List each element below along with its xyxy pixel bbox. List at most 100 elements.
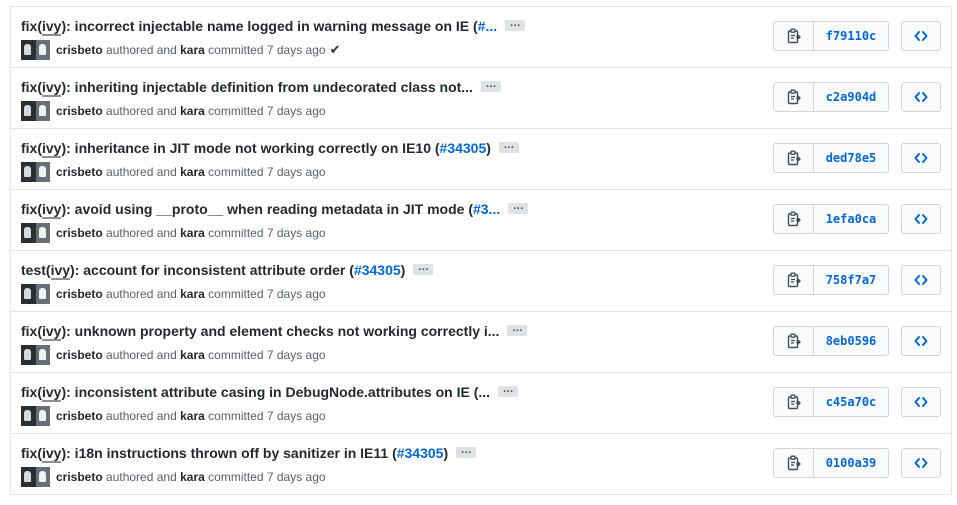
commit-summary[interactable]: ): incorrect injectable name logged in w…	[61, 18, 477, 34]
commit-summary[interactable]: ): inheritance in JIT mode not working c…	[61, 140, 439, 156]
commit-message[interactable]: test(ivy): account for inconsistent attr…	[21, 261, 434, 280]
author-name[interactable]: crisbeto	[56, 348, 103, 362]
commit-message[interactable]: fix(ivy): inconsistent attribute casing …	[21, 383, 519, 402]
committer-name[interactable]: kara	[180, 43, 205, 57]
issue-link[interactable]: #3...	[473, 201, 500, 217]
commit-scope[interactable]: ivy	[50, 262, 71, 280]
commit-sha-link[interactable]: 758f7a7	[814, 266, 888, 294]
copy-sha-button[interactable]	[774, 205, 814, 233]
commit-sha-link[interactable]: c2a904d	[814, 83, 888, 111]
copy-sha-button[interactable]	[774, 327, 814, 355]
author-avatar[interactable]	[21, 101, 37, 121]
issue-link[interactable]: #34305	[440, 140, 487, 156]
commit-type[interactable]: test(	[21, 262, 51, 278]
commit-type[interactable]: fix(	[21, 323, 42, 339]
author-name[interactable]: crisbeto	[56, 165, 103, 179]
author-name[interactable]: crisbeto	[56, 470, 103, 484]
commit-summary[interactable]: ): inheriting injectable definition from…	[61, 79, 472, 95]
copy-sha-button[interactable]	[774, 83, 814, 111]
copy-sha-button[interactable]	[774, 449, 814, 477]
committer-name[interactable]: kara	[180, 287, 205, 301]
copy-sha-button[interactable]	[774, 388, 814, 416]
issue-link[interactable]: #34305	[354, 262, 401, 278]
issue-link[interactable]: #...	[478, 18, 497, 34]
browse-repo-button[interactable]	[901, 387, 941, 417]
commit-summary[interactable]: ): account for inconsistent attribute or…	[70, 262, 354, 278]
commit-message[interactable]: fix(ivy): inheritance in JIT mode not wo…	[21, 139, 519, 158]
author-name[interactable]: crisbeto	[56, 287, 103, 301]
author-avatar[interactable]	[21, 284, 37, 304]
committer-avatar[interactable]	[36, 345, 50, 365]
commit-type[interactable]: fix(	[21, 201, 42, 217]
browse-repo-button[interactable]	[901, 204, 941, 234]
check-icon[interactable]: ✔	[330, 40, 341, 60]
commit-scope[interactable]: ivy	[42, 79, 62, 97]
commit-summary[interactable]: ): avoid using __proto__ when reading me…	[61, 201, 473, 217]
author-avatar[interactable]	[21, 223, 37, 243]
copy-sha-button[interactable]	[774, 22, 814, 50]
commit-scope[interactable]: ivy	[42, 140, 62, 158]
commit-type[interactable]: fix(	[21, 140, 42, 156]
commit-sha-link[interactable]: 0100a39	[814, 449, 888, 477]
copy-sha-button[interactable]	[774, 266, 814, 294]
committer-avatar[interactable]	[36, 40, 50, 60]
commit-scope[interactable]: ivy	[42, 18, 62, 36]
committer-name[interactable]: kara	[180, 470, 205, 484]
commit-type[interactable]: fix(	[21, 445, 42, 461]
author-name[interactable]: crisbeto	[56, 104, 103, 118]
commit-message[interactable]: fix(ivy): avoid using __proto__ when rea…	[21, 200, 529, 219]
browse-repo-button[interactable]	[901, 448, 941, 478]
browse-repo-button[interactable]	[901, 143, 941, 173]
committer-avatar[interactable]	[36, 406, 50, 426]
commit-summary[interactable]: ): i18n instructions thrown off by sanit…	[61, 445, 396, 461]
committer-avatar[interactable]	[36, 101, 50, 121]
browse-repo-button[interactable]	[901, 21, 941, 51]
copy-sha-button[interactable]	[774, 144, 814, 172]
commit-sha-link[interactable]: f79110c	[814, 22, 888, 50]
committer-name[interactable]: kara	[180, 165, 205, 179]
committer-name[interactable]: kara	[180, 409, 205, 423]
expand-message-button[interactable]: …	[505, 17, 526, 31]
committer-avatar[interactable]	[36, 284, 50, 304]
author-name[interactable]: crisbeto	[56, 409, 103, 423]
issue-link[interactable]: #34305	[397, 445, 444, 461]
commit-type[interactable]: fix(	[21, 18, 42, 34]
author-avatar[interactable]	[21, 406, 37, 426]
commit-type[interactable]: fix(	[21, 384, 42, 400]
committer-name[interactable]: kara	[180, 348, 205, 362]
author-avatar[interactable]	[21, 467, 37, 487]
author-avatar[interactable]	[21, 162, 37, 182]
commit-scope[interactable]: ivy	[42, 201, 62, 219]
commit-type[interactable]: fix(	[21, 79, 42, 95]
commit-message[interactable]: fix(ivy): i18n instructions thrown off b…	[21, 444, 477, 463]
commit-message[interactable]: fix(ivy): unknown property and element c…	[21, 322, 528, 341]
commit-summary[interactable]: ): unknown property and element checks n…	[61, 323, 499, 339]
browse-repo-button[interactable]	[901, 82, 941, 112]
committer-avatar[interactable]	[36, 467, 50, 487]
commit-scope[interactable]: ivy	[42, 323, 62, 341]
expand-message-button[interactable]: …	[498, 383, 519, 397]
committer-avatar[interactable]	[36, 162, 50, 182]
committer-name[interactable]: kara	[180, 226, 205, 240]
commit-message[interactable]: fix(ivy): inheriting injectable definiti…	[21, 78, 501, 97]
commit-message[interactable]: fix(ivy): incorrect injectable name logg…	[21, 17, 526, 36]
expand-message-button[interactable]: …	[498, 139, 519, 153]
committer-name[interactable]: kara	[180, 104, 205, 118]
author-name[interactable]: crisbeto	[56, 226, 103, 240]
browse-repo-button[interactable]	[901, 326, 941, 356]
commit-scope[interactable]: ivy	[42, 384, 62, 402]
commit-sha-link[interactable]: 8eb0596	[814, 327, 888, 355]
commit-scope[interactable]: ivy	[42, 445, 62, 463]
browse-repo-button[interactable]	[901, 265, 941, 295]
commit-summary[interactable]: ): inconsistent attribute casing in Debu…	[61, 384, 490, 400]
author-avatar[interactable]	[21, 40, 37, 60]
expand-message-button[interactable]: …	[507, 322, 528, 336]
expand-message-button[interactable]: …	[480, 78, 501, 92]
expand-message-button[interactable]: …	[508, 200, 529, 214]
author-name[interactable]: crisbeto	[56, 43, 103, 57]
expand-message-button[interactable]: …	[456, 444, 477, 458]
expand-message-button[interactable]: …	[413, 261, 434, 275]
author-avatar[interactable]	[21, 345, 37, 365]
commit-sha-link[interactable]: c45a70c	[814, 388, 888, 416]
committer-avatar[interactable]	[36, 223, 50, 243]
